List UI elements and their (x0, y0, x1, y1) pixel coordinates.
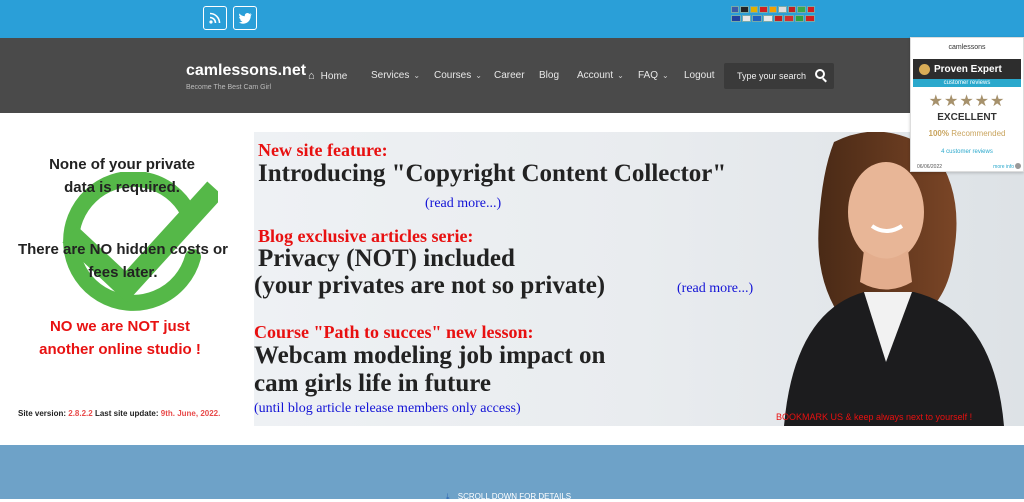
course-label: Course "Path to succes" new lesson: (254, 322, 534, 342)
scroll-down-hint[interactable]: ⤓ SCROLL DOWN FOR DETAILS (446, 492, 571, 502)
chevron-down-icon: ⌄ (662, 71, 669, 80)
language-flag-icon[interactable] (768, 6, 778, 13)
pe-date: 06/06/2022 (917, 164, 943, 170)
nav-logout-label: Logout (684, 70, 715, 81)
pe-brand: Proven Expert (934, 63, 1002, 75)
privacy-text-line2: data is required. (64, 179, 180, 196)
nav-services-label: Services (371, 70, 410, 81)
home-icon: ⌂ (308, 70, 315, 82)
woman-photo (784, 132, 1004, 426)
blog-read-more-link[interactable]: (read more...) (677, 281, 753, 297)
pe-recommend-text: Recommended (951, 129, 1006, 138)
language-flag-icon[interactable] (731, 6, 740, 13)
privacy-text-line1: None of your private (49, 156, 195, 173)
search-placeholder: Type your search (737, 71, 807, 81)
promo-banner[interactable]: New site feature: Introducing "Copyright… (254, 132, 1024, 426)
course-note: (until blog article release members only… (254, 401, 521, 416)
nav-blog[interactable]: Blog (539, 70, 559, 81)
pe-rating: EXCELLENT (937, 112, 997, 123)
nav-home-label: Home (320, 70, 348, 82)
nav-account-label: Account (577, 70, 614, 81)
feature-label: New site feature: (258, 140, 388, 160)
chevron-down-icon: ⌄ (617, 71, 624, 80)
costs-text-line1: There are NO hidden costs or (17, 241, 229, 258)
language-flag-icon[interactable] (773, 15, 784, 22)
language-flag-icon[interactable] (752, 15, 762, 22)
version-value: 2.8.2.2 (68, 409, 93, 418)
pe-logo: Proven Expert (913, 59, 1021, 79)
site-header: camlessons.net Become The Best Cam Girl … (0, 38, 1024, 113)
language-flag-icon[interactable] (731, 15, 741, 22)
chevron-down-icon: ⌄ (475, 71, 482, 80)
nav-career[interactable]: Career (494, 70, 525, 81)
search-icon[interactable] (815, 69, 825, 79)
language-flag-icon[interactable] (741, 15, 752, 22)
feature-title: Introducing "Copyright Content Collector… (258, 160, 727, 187)
language-flag-icon[interactable] (797, 6, 806, 13)
info-icon[interactable] (1015, 163, 1021, 169)
update-value: 9th. June, 2022. (160, 409, 221, 418)
studio-text-line1: NO we are NOT just (49, 318, 191, 335)
nav-account[interactable]: Account ⌄ (577, 70, 624, 81)
course-title-line1: Webcam modeling job impact on (254, 342, 606, 369)
twitter-button[interactable] (233, 6, 257, 30)
studio-text-line2: another online studio ! (39, 341, 201, 358)
language-flag-icon[interactable] (749, 6, 759, 13)
chevron-down-icon: ⌄ (413, 71, 421, 80)
version-label: Site version: (18, 409, 67, 418)
blog-title-line2: (your privates are not so private) (254, 272, 606, 299)
feature-read-more-link[interactable]: (read more...) (425, 196, 501, 212)
proven-expert-widget[interactable]: camlessons Proven Expert customer review… (910, 37, 1024, 172)
top-bar (0, 0, 1024, 38)
pe-badge-icon (919, 63, 930, 75)
nav-faq-label: FAQ (638, 70, 659, 81)
site-tagline: Become The Best Cam Girl (186, 84, 272, 91)
scroll-down-label: SCROLL DOWN FOR DETAILS (457, 492, 572, 501)
language-flag-icon[interactable] (794, 15, 805, 22)
nav-home[interactable]: ⌂ Home (308, 70, 347, 82)
star-rating-icon: ★★★★★ (928, 93, 1006, 110)
nav-courses[interactable]: Courses ⌄ (434, 70, 482, 81)
rss-button[interactable] (203, 6, 227, 30)
bookmark-notice: BOOKMARK US & keep always next to yourse… (776, 412, 973, 422)
twitter-icon (238, 12, 251, 24)
details-section: ⤓ SCROLL DOWN FOR DETAILS (0, 445, 1024, 502)
update-label: Last site update: (94, 409, 159, 418)
arrow-down-icon: ⤓ (446, 492, 450, 501)
site-version: Site version: 2.8.2.2 Last site update: … (18, 409, 220, 418)
language-flag-icon[interactable] (787, 6, 797, 13)
nav-logout[interactable]: Logout (684, 70, 715, 81)
pe-review-count[interactable]: 4 customer reviews (911, 149, 1023, 155)
nav-blog-label: Blog (539, 70, 560, 81)
course-title-line2: cam girls life in future (254, 370, 491, 397)
language-flag-icon[interactable] (759, 6, 768, 13)
language-flag-icon[interactable] (740, 6, 749, 13)
site-logo[interactable]: camlessons.net (186, 62, 306, 80)
nav-courses-label: Courses (434, 70, 472, 81)
blog-label: Blog exclusive articles serie: (258, 226, 474, 246)
language-flag-icon[interactable] (805, 15, 815, 22)
search-input[interactable]: Type your search (724, 63, 834, 89)
costs-text-line2: fees later. (88, 264, 158, 281)
pe-recommend-pct: 100% (928, 129, 949, 138)
pe-subtitle: customer reviews (913, 79, 1021, 87)
language-flags (731, 6, 815, 24)
rss-icon (209, 12, 221, 24)
nav-services[interactable]: Services ⌄ (371, 70, 420, 81)
nav-faq[interactable]: FAQ ⌄ (638, 70, 669, 81)
language-flag-icon[interactable] (806, 6, 815, 13)
pe-more-info-link[interactable]: more info (993, 164, 1014, 170)
nav-career-label: Career (494, 70, 525, 81)
language-flag-icon[interactable] (784, 15, 794, 22)
language-flag-icon[interactable] (762, 15, 773, 22)
pe-recommendation: 100% Recommended (911, 129, 1023, 138)
blog-title-line1: Privacy (NOT) included (258, 245, 515, 272)
pe-site-name: camlessons (948, 44, 986, 51)
language-flag-icon[interactable] (778, 6, 787, 13)
